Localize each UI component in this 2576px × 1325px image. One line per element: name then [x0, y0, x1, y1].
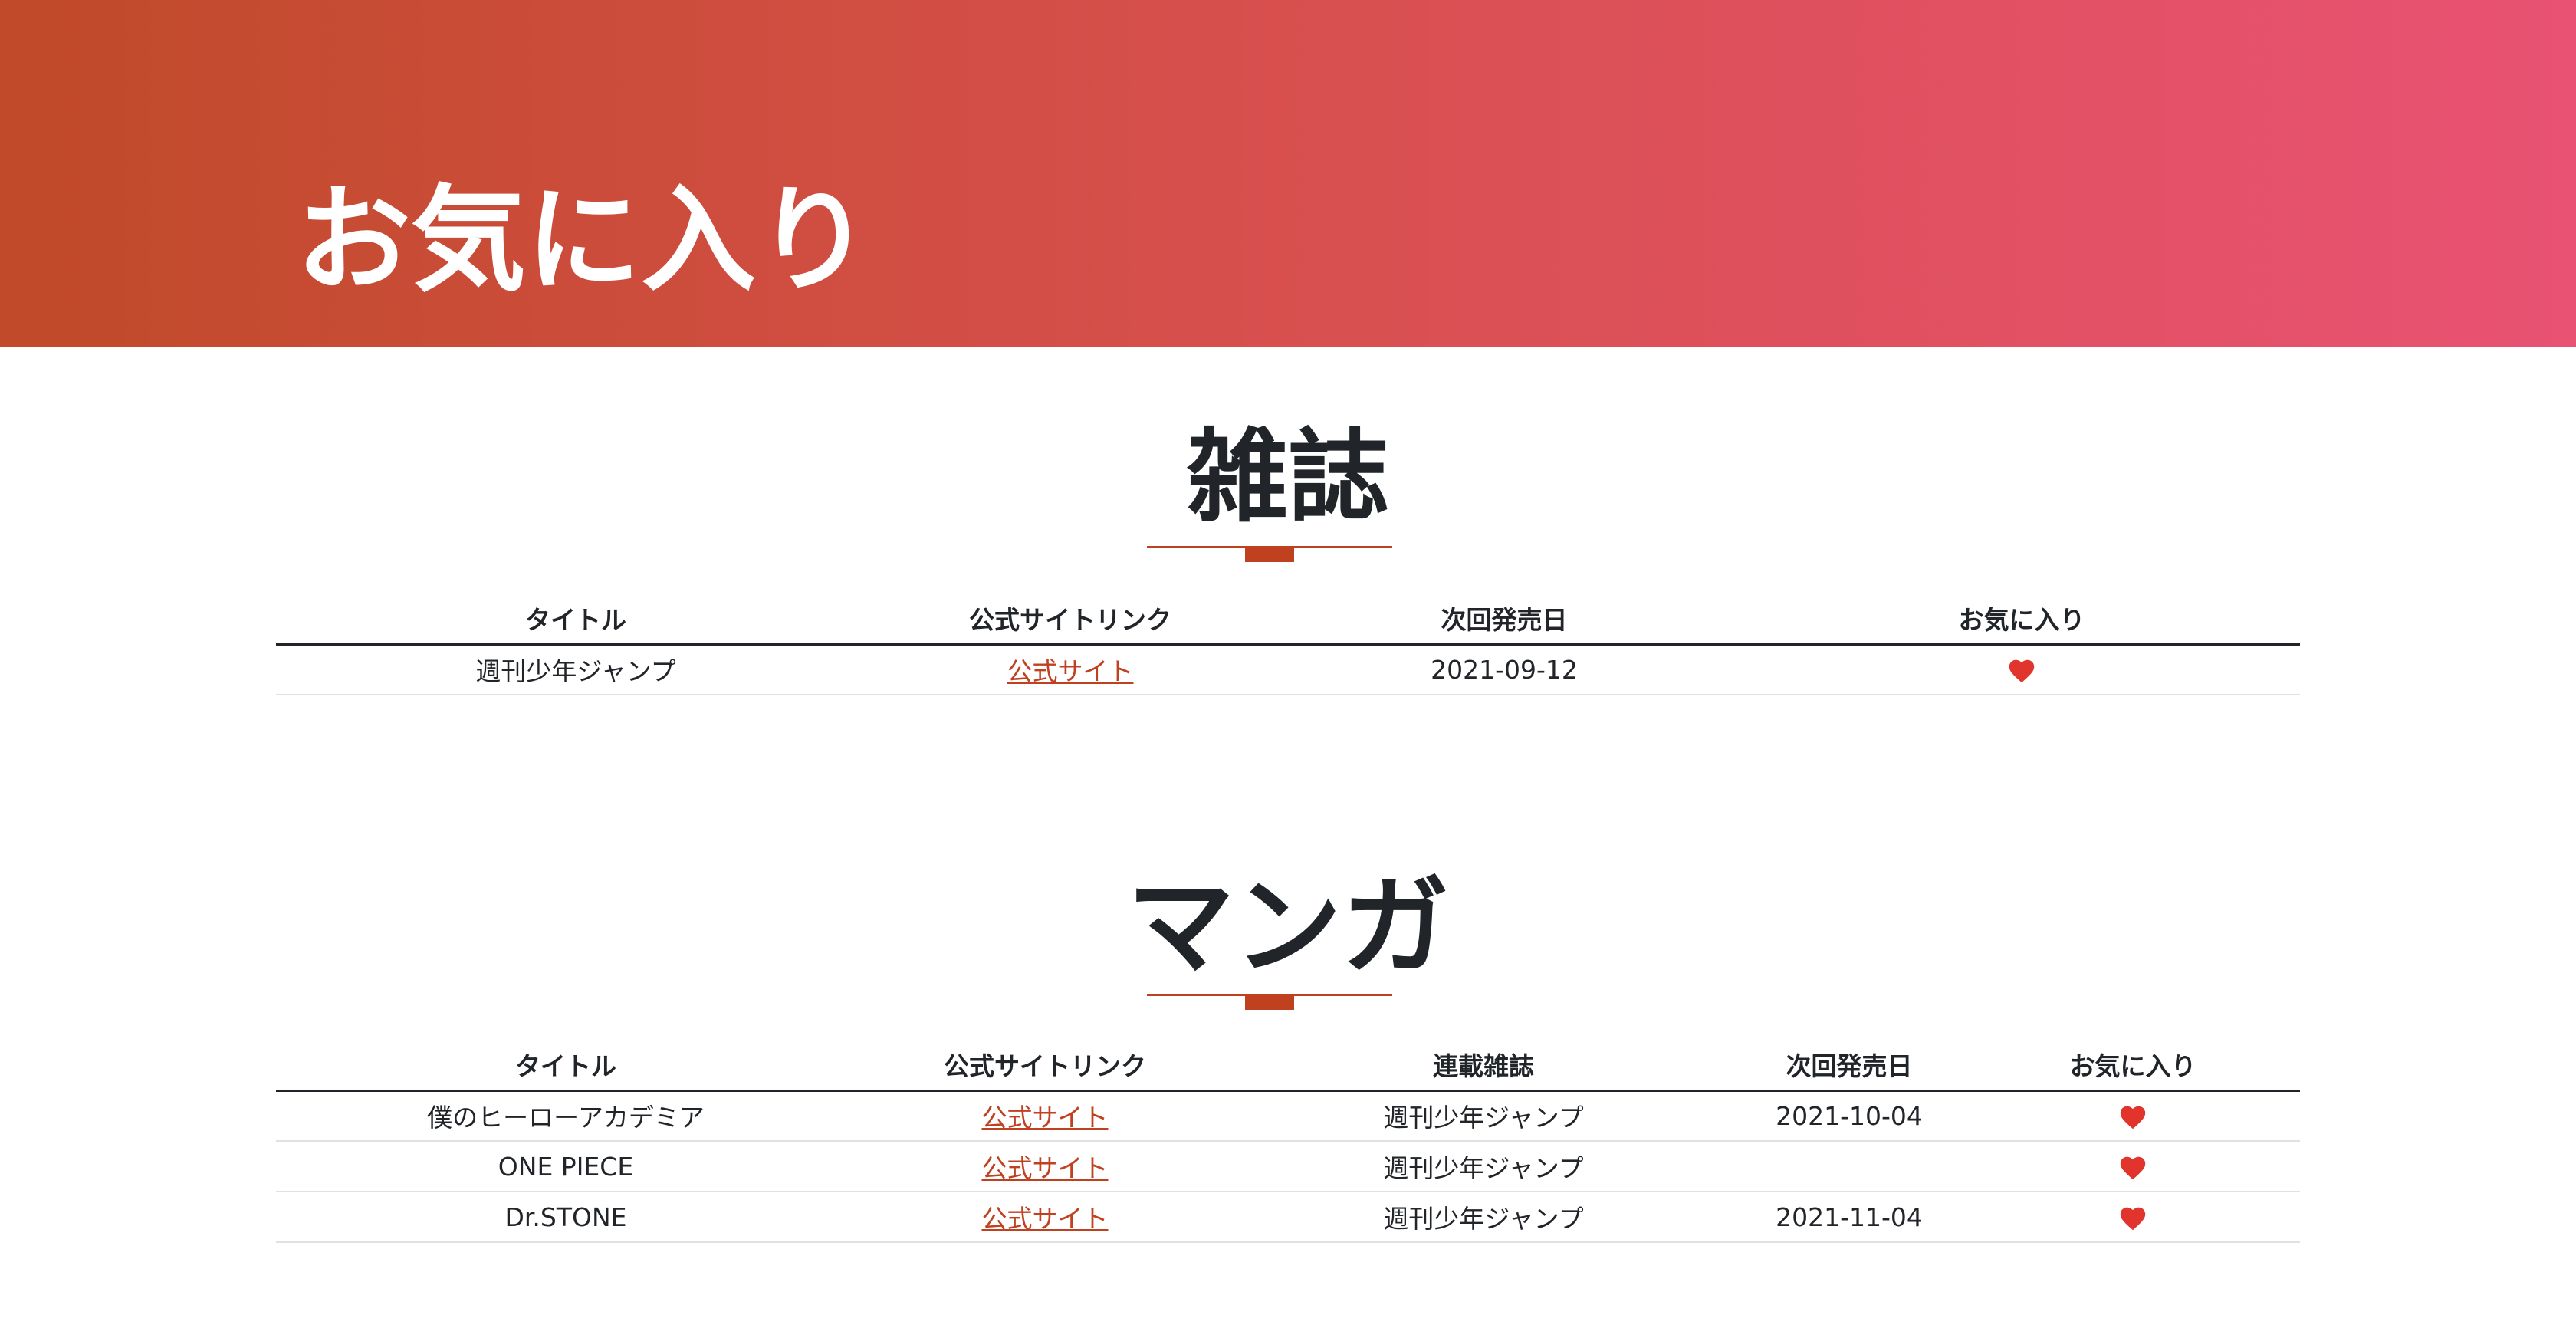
- manga-table-header-row: タイトル 公式サイトリンク 連載雑誌 次回発売日 お気に入り: [276, 1040, 2300, 1092]
- heart-icon[interactable]: [2009, 659, 2035, 683]
- table-row: 僕のヒーローアカデミア 公式サイト 週刊少年ジャンプ 2021-10-04: [276, 1090, 2300, 1142]
- serialized-magazine-cell: 週刊少年ジャンプ: [1234, 1141, 1733, 1192]
- next-release-cell: 2021-09-12: [1265, 644, 1743, 695]
- magazine-title-cell: 週刊少年ジャンプ: [276, 644, 876, 695]
- official-site-link[interactable]: 公式サイト: [982, 1153, 1109, 1183]
- column-header-title: タイトル: [276, 1040, 856, 1092]
- favorite-cell: [1966, 1141, 2300, 1192]
- favorite-cell: [1743, 644, 2300, 695]
- page-header: お気に入り: [0, 0, 2576, 347]
- heart-icon[interactable]: [2120, 1156, 2146, 1180]
- manga-section-heading: マンガ: [1126, 865, 1449, 990]
- manga-title-cell: Dr.STONE: [276, 1192, 856, 1243]
- magazine-table: タイトル 公式サイトリンク 次回発売日 お気に入り 週刊少年ジャンプ 公式サイト…: [276, 593, 2300, 695]
- official-link-cell: 公式サイト: [876, 644, 1265, 695]
- official-site-link[interactable]: 公式サイト: [982, 1103, 1109, 1133]
- official-link-cell: 公式サイト: [856, 1090, 1234, 1142]
- column-header-favorite: お気に入り: [1743, 593, 2300, 646]
- favorite-cell: [1966, 1090, 2300, 1142]
- column-header-title: タイトル: [276, 593, 876, 646]
- manga-title-cell: ONE PIECE: [276, 1141, 856, 1192]
- table-row: ONE PIECE 公式サイト 週刊少年ジャンプ: [276, 1141, 2300, 1192]
- column-header-official-link: 公式サイトリンク: [876, 593, 1265, 646]
- serialized-magazine-cell: 週刊少年ジャンプ: [1234, 1192, 1733, 1243]
- column-header-magazine: 連載雑誌: [1234, 1040, 1733, 1092]
- next-release-cell: [1733, 1141, 1966, 1192]
- heart-icon[interactable]: [2120, 1106, 2146, 1129]
- magazine-table-header-row: タイトル 公式サイトリンク 次回発売日 お気に入り: [276, 593, 2300, 646]
- official-site-link[interactable]: 公式サイト: [1007, 656, 1134, 686]
- manga-heading-underline-accent: [1245, 996, 1294, 1010]
- official-site-link[interactable]: 公式サイト: [982, 1204, 1109, 1234]
- serialized-magazine-cell: 週刊少年ジャンプ: [1234, 1090, 1733, 1142]
- manga-title-cell: 僕のヒーローアカデミア: [276, 1090, 856, 1142]
- column-header-next-release: 次回発売日: [1265, 593, 1743, 646]
- table-row: Dr.STONE 公式サイト 週刊少年ジャンプ 2021-11-04: [276, 1192, 2300, 1243]
- magazine-section-heading: 雑誌: [1187, 419, 1389, 537]
- column-header-official-link: 公式サイトリンク: [856, 1040, 1234, 1092]
- heart-icon[interactable]: [2120, 1207, 2146, 1231]
- favorite-cell: [1966, 1192, 2300, 1243]
- table-row: 週刊少年ジャンプ 公式サイト 2021-09-12: [276, 644, 2300, 695]
- magazine-heading-underline-accent: [1245, 548, 1294, 562]
- official-link-cell: 公式サイト: [856, 1192, 1234, 1243]
- next-release-cell: 2021-11-04: [1733, 1192, 1966, 1243]
- page-title: お気に入り: [296, 174, 872, 307]
- column-header-favorite: お気に入り: [1966, 1040, 2300, 1092]
- manga-table: タイトル 公式サイトリンク 連載雑誌 次回発売日 お気に入り 僕のヒーローアカデ…: [276, 1040, 2300, 1243]
- official-link-cell: 公式サイト: [856, 1141, 1234, 1192]
- next-release-cell: 2021-10-04: [1733, 1090, 1966, 1142]
- column-header-next-release: 次回発売日: [1733, 1040, 1966, 1092]
